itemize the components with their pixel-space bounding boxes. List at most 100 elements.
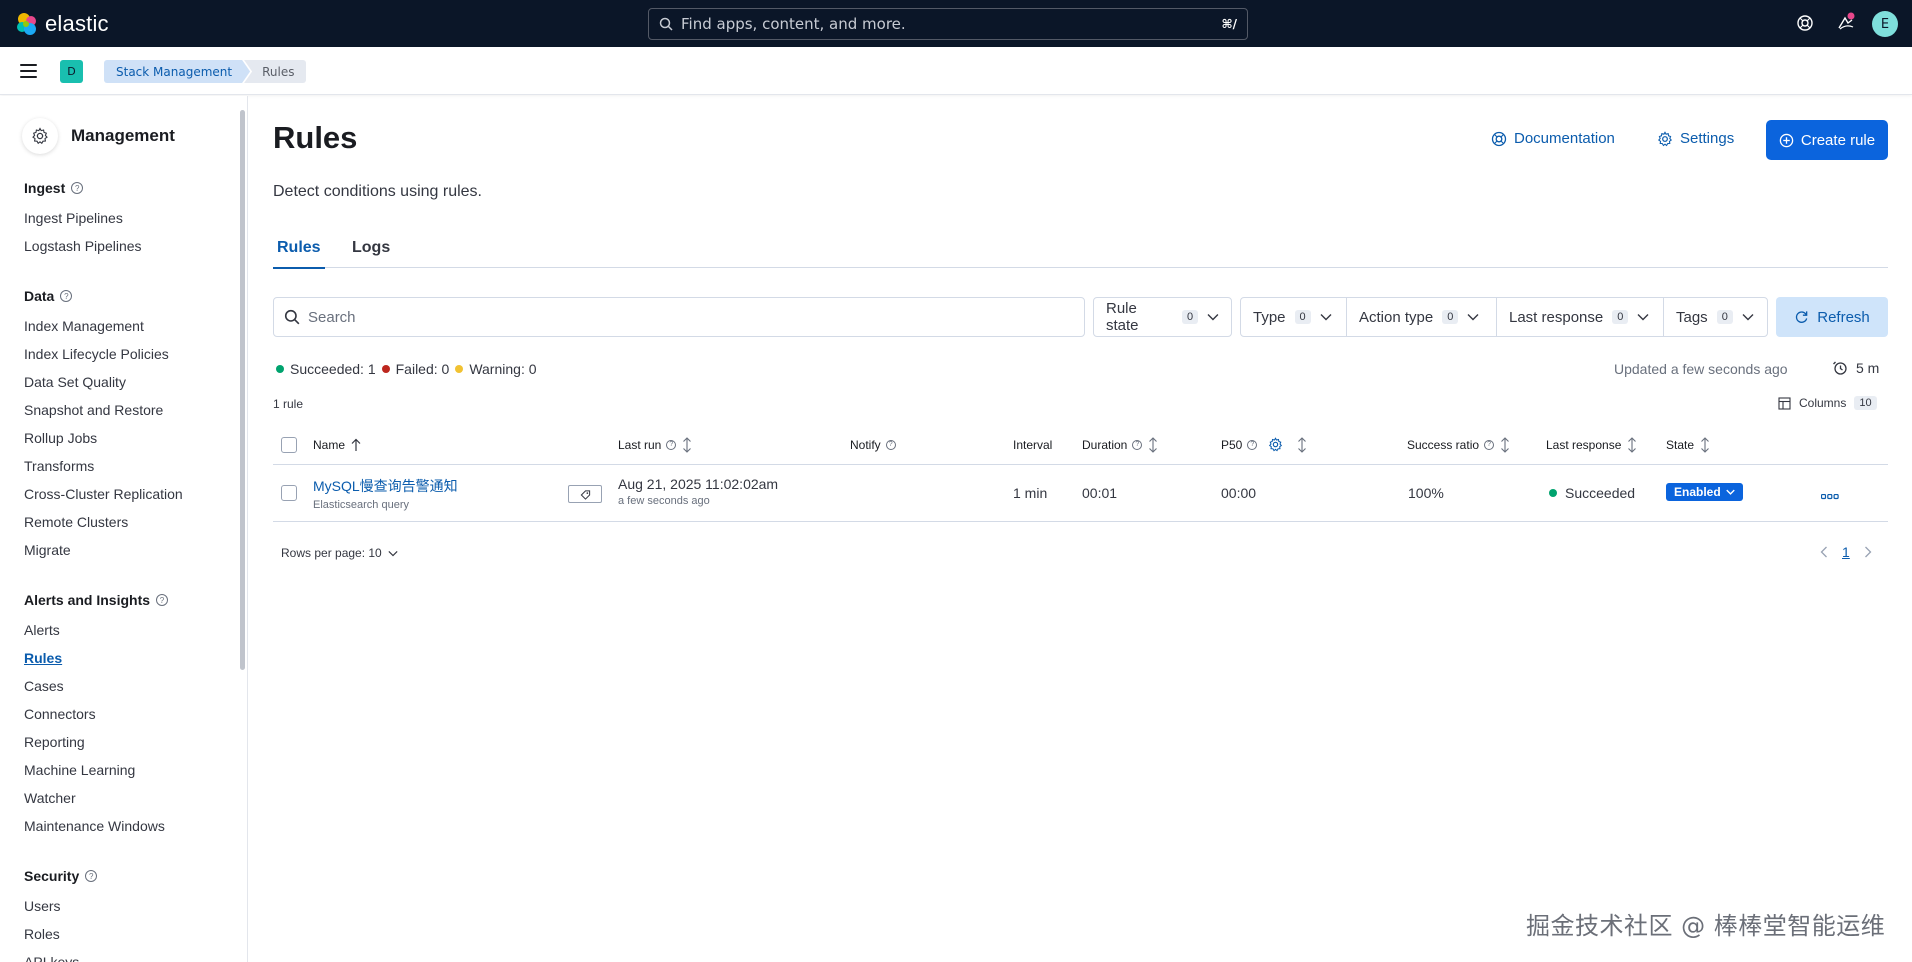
menu-toggle-icon[interactable] bbox=[20, 64, 37, 78]
sidebar-item-data-set-quality[interactable]: Data Set Quality bbox=[24, 374, 126, 390]
global-search-placeholder: Find apps, content, and more. bbox=[681, 15, 906, 33]
column-last-response[interactable]: Last response bbox=[1546, 424, 1638, 465]
sidebar-item-watcher[interactable]: Watcher bbox=[24, 790, 76, 806]
tag-icon bbox=[580, 489, 590, 500]
select-all-checkbox[interactable] bbox=[281, 424, 297, 465]
column-name[interactable]: Name bbox=[313, 424, 362, 465]
updated-text: Updated a few seconds ago bbox=[1614, 361, 1788, 377]
plus-circle-icon bbox=[1779, 133, 1794, 147]
help-icon: ? bbox=[666, 439, 677, 450]
sidebar-item-machine-learning[interactable]: Machine Learning bbox=[24, 762, 135, 778]
sidebar-group-alerts-insights: Alerts and Insights? bbox=[24, 592, 169, 608]
column-p50[interactable]: P50? bbox=[1221, 424, 1308, 465]
tab-rules[interactable]: Rules bbox=[273, 239, 325, 269]
chevron-down-icon bbox=[1207, 314, 1219, 321]
sidebar-item-rules[interactable]: Rules bbox=[24, 650, 62, 666]
news-feed-icon[interactable] bbox=[1836, 12, 1856, 36]
last-run-cell: Aug 21, 2025 11:02:02am a few seconds ag… bbox=[618, 476, 778, 507]
search-shortcut: ⌘/ bbox=[1221, 17, 1237, 31]
sidebar-item-maintenance-windows[interactable]: Maintenance Windows bbox=[24, 818, 165, 834]
filter-label: Action type bbox=[1359, 308, 1434, 326]
sidebar-item-cases[interactable]: Cases bbox=[24, 678, 64, 694]
sidebar-item-index-management[interactable]: Index Management bbox=[24, 318, 144, 334]
sidebar-item-connectors[interactable]: Connectors bbox=[24, 706, 96, 722]
help-icon: ? bbox=[71, 182, 84, 194]
filter-label: Tags bbox=[1676, 308, 1708, 326]
row-checkbox[interactable] bbox=[281, 485, 297, 501]
refresh-button[interactable]: Refresh bbox=[1776, 297, 1888, 337]
filter-type[interactable]: Type 0 bbox=[1240, 297, 1347, 337]
column-success-ratio[interactable]: Success ratio? bbox=[1407, 424, 1511, 465]
sidebar-item-rollup-jobs[interactable]: Rollup Jobs bbox=[24, 430, 97, 446]
column-duration[interactable]: Duration? bbox=[1082, 424, 1159, 465]
rows-per-page-selector[interactable]: Rows per page: 10 bbox=[281, 546, 398, 560]
filter-last-response[interactable]: Last response 0 bbox=[1496, 297, 1664, 337]
column-state[interactable]: State bbox=[1666, 424, 1711, 465]
filter-rule-state[interactable]: Rule state 0 bbox=[1093, 297, 1232, 337]
sidebar-group-data: Data? bbox=[24, 288, 73, 304]
sidebar-group-ingest: Ingest? bbox=[24, 180, 84, 196]
sidebar: Management Ingest? Ingest Pipelines Logs… bbox=[0, 96, 248, 962]
columns-selector[interactable]: Columns 10 bbox=[1778, 396, 1877, 410]
chevron-left-icon[interactable] bbox=[1820, 546, 1828, 558]
settings-button[interactable]: Settings bbox=[1657, 130, 1734, 147]
sidebar-item-api-keys[interactable]: API keys bbox=[24, 954, 79, 962]
elastic-logo[interactable]: elastic bbox=[15, 11, 109, 37]
chevron-right-icon[interactable] bbox=[1864, 546, 1872, 558]
tab-logs[interactable]: Logs bbox=[352, 239, 390, 257]
help-icon: ? bbox=[85, 870, 98, 882]
state-dropdown[interactable]: Enabled bbox=[1666, 483, 1743, 501]
page-description: Detect conditions using rules. bbox=[273, 183, 482, 200]
filter-count: 0 bbox=[1181, 310, 1199, 324]
user-avatar[interactable]: E bbox=[1872, 11, 1898, 37]
sidebar-item-snapshot-and-restore[interactable]: Snapshot and Restore bbox=[24, 402, 163, 418]
rule-count: 1 rule bbox=[273, 397, 304, 411]
sidebar-item-index-lifecycle-policies[interactable]: Index Lifecycle Policies bbox=[24, 346, 169, 362]
succeeded-count: Succeeded: 1 bbox=[290, 361, 376, 377]
column-interval: Interval bbox=[1013, 437, 1053, 452]
last-response-value: Succeeded bbox=[1565, 485, 1636, 501]
global-search-input[interactable]: Find apps, content, and more. ⌘/ bbox=[648, 8, 1248, 40]
sort-ascending-icon bbox=[351, 438, 361, 451]
sidebar-item-logstash-pipelines[interactable]: Logstash Pipelines bbox=[24, 238, 142, 254]
gear-icon bbox=[1269, 437, 1283, 452]
sidebar-item-remote-clusters[interactable]: Remote Clusters bbox=[24, 514, 128, 530]
sidebar-item-transforms[interactable]: Transforms bbox=[24, 458, 94, 474]
sidebar-item-migrate[interactable]: Migrate bbox=[24, 542, 71, 558]
filter-tags[interactable]: Tags 0 bbox=[1663, 297, 1768, 337]
filter-label: Last response bbox=[1509, 308, 1604, 326]
sidebar-item-reporting[interactable]: Reporting bbox=[24, 734, 85, 750]
table-columns-icon bbox=[1778, 396, 1791, 410]
help-icon: ? bbox=[885, 439, 896, 450]
rule-name-link[interactable]: MySQL慢查询告警通知 bbox=[313, 476, 458, 496]
help-icon[interactable] bbox=[1796, 14, 1814, 36]
filter-action-type[interactable]: Action type 0 bbox=[1346, 297, 1497, 337]
sidebar-item-alerts[interactable]: Alerts bbox=[24, 622, 60, 638]
filter-label: Type bbox=[1253, 308, 1286, 326]
sidebar-item-cross-cluster-replication[interactable]: Cross-Cluster Replication bbox=[24, 486, 183, 502]
space-avatar[interactable]: D bbox=[60, 60, 83, 83]
sidebar-item-roles[interactable]: Roles bbox=[24, 926, 60, 942]
breadcrumb-stack-management[interactable]: Stack Management bbox=[104, 60, 250, 83]
sidebar-item-ingest-pipelines[interactable]: Ingest Pipelines bbox=[24, 210, 123, 226]
failed-dot-icon bbox=[381, 365, 390, 373]
auto-refresh-interval[interactable]: 5 m bbox=[1832, 360, 1879, 376]
column-last-run[interactable]: Last run? bbox=[618, 424, 693, 465]
sort-icon bbox=[1149, 436, 1158, 453]
rules-search-input[interactable]: Search bbox=[273, 297, 1085, 337]
documentation-link[interactable]: Documentation bbox=[1491, 130, 1615, 147]
warning-dot-icon bbox=[455, 365, 464, 373]
sidebar-item-users[interactable]: Users bbox=[24, 898, 61, 914]
sort-icon bbox=[1298, 436, 1307, 453]
duration-value: 00:01 bbox=[1082, 485, 1118, 501]
rows-per-page-label: Rows per page: 10 bbox=[281, 546, 382, 560]
sidebar-group-security: Security? bbox=[24, 868, 98, 884]
watermark: 掘金技术社区 @ 棒棒堂智能运维 bbox=[1526, 912, 1886, 940]
tags-button[interactable] bbox=[568, 485, 602, 503]
row-actions-icon[interactable] bbox=[1820, 487, 1839, 503]
sidebar-scrollbar[interactable] bbox=[240, 110, 245, 670]
breadcrumb-bar: D Stack Management Rules bbox=[0, 47, 1912, 95]
create-rule-button[interactable]: Create rule bbox=[1766, 120, 1888, 160]
chevron-down-icon bbox=[388, 550, 398, 556]
page-number[interactable]: 1 bbox=[1842, 544, 1850, 560]
